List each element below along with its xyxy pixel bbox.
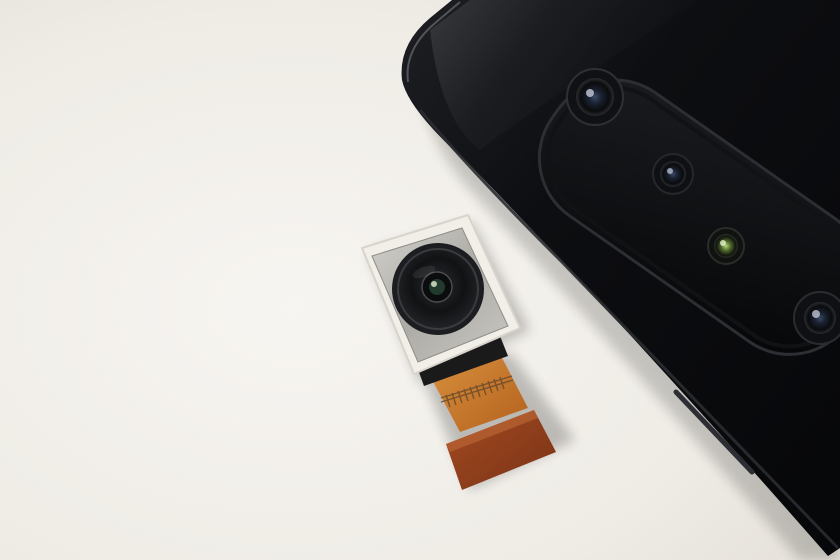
module-lens-glass (429, 279, 445, 295)
module-lens-glint (431, 281, 437, 287)
phone-lens-sensor (707, 227, 745, 265)
photo-canvas (0, 0, 840, 560)
phone-lens-tele (652, 153, 694, 195)
phone-lens-wide (793, 291, 840, 345)
phone-lens-main (566, 68, 624, 126)
photo-scene (0, 0, 840, 560)
